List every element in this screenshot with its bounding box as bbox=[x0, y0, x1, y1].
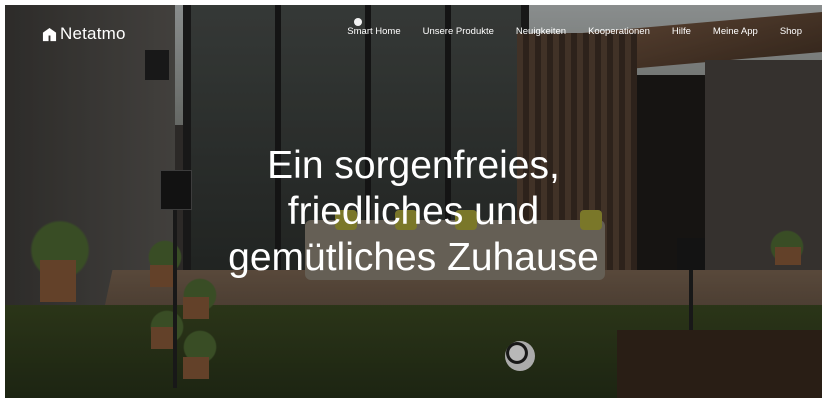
nav-my-app[interactable]: Meine App bbox=[713, 26, 758, 37]
brand-logo[interactable]: Netatmo bbox=[42, 24, 126, 44]
headline-line-3: gemütliches Zuhause bbox=[228, 236, 599, 279]
nav-shop[interactable]: Shop bbox=[780, 26, 802, 37]
nav-products[interactable]: Unsere Produkte bbox=[423, 26, 494, 37]
headline-line-1: Ein sorgenfreies, bbox=[267, 144, 560, 187]
nav-news[interactable]: Neuigkeiten bbox=[516, 26, 566, 37]
nav-cooperations[interactable]: Kooperationen bbox=[588, 26, 650, 37]
nav-smart-home[interactable]: Smart Home bbox=[347, 26, 400, 37]
brand-name: Netatmo bbox=[60, 24, 126, 43]
hero-banner: Netatmo Smart Home Unsere Produkte Neuig… bbox=[5, 5, 822, 398]
active-nav-indicator bbox=[354, 18, 362, 26]
headline-line-2: friedliches und bbox=[287, 190, 540, 233]
nav-help[interactable]: Hilfe bbox=[672, 26, 691, 37]
top-navigation: Netatmo Smart Home Unsere Produkte Neuig… bbox=[5, 5, 822, 61]
main-menu: Smart Home Unsere Produkte Neuigkeiten K… bbox=[347, 26, 802, 37]
hero-headline: Ein sorgenfreies, friedliches und gemütl… bbox=[165, 143, 662, 281]
netatmo-logo-icon bbox=[42, 27, 57, 41]
